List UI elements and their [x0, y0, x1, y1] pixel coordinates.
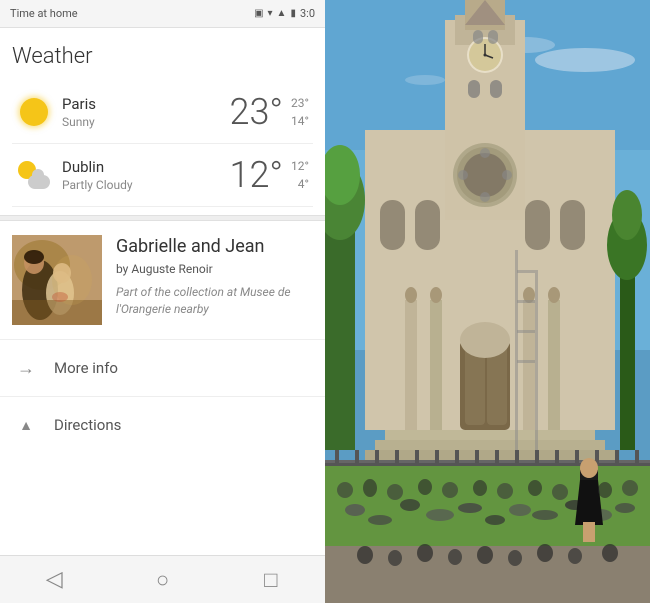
paris-city-info: Paris Sunny — [62, 95, 229, 129]
weather-title: Weather — [12, 44, 313, 69]
sun-icon — [20, 98, 48, 126]
paris-temp-high: 23° — [291, 94, 309, 112]
weather-section: Weather Paris Sunny 23° 23° 14° — [0, 28, 325, 215]
paris-temp-low: 14° — [291, 112, 309, 130]
status-right: ▣ ▾ ▲ ▮ 3:0 — [254, 7, 315, 20]
dublin-condition: Partly Cloudy — [62, 178, 229, 192]
paris-temp-main: 23° — [229, 91, 283, 133]
art-artist: by Auguste Renoir — [116, 262, 313, 276]
bottom-nav: ◁ ○ □ — [0, 555, 325, 603]
art-card[interactable]: Gabrielle and Jean by Auguste Renoir Par… — [0, 221, 325, 339]
dublin-temp-main: 12° — [229, 154, 283, 196]
right-panel — [325, 0, 650, 603]
directions-row[interactable]: ▲ Directions — [0, 396, 325, 453]
wifi-icon: ▾ — [268, 8, 273, 19]
back-button[interactable]: ◁ — [29, 556, 79, 603]
directions-label: Directions — [54, 416, 121, 434]
dublin-city-name: Dublin — [62, 158, 229, 176]
art-info: Gabrielle and Jean by Auguste Renoir Par… — [116, 235, 313, 325]
status-bar: Time at home ▣ ▾ ▲ ▮ 3:0 — [0, 0, 325, 28]
art-painting-svg — [12, 235, 102, 325]
dublin-temp-range: 12° 4° — [291, 157, 309, 193]
home-button[interactable]: ○ — [137, 556, 187, 603]
battery-icon: ▮ — [290, 8, 296, 19]
art-thumbnail — [12, 235, 102, 325]
vibrate-icon: ▣ — [254, 8, 263, 19]
status-time: 3:0 — [300, 7, 315, 20]
signal-icon: ▲ — [277, 8, 287, 19]
dublin-temp-low: 4° — [298, 175, 309, 193]
pc-cloud — [28, 175, 50, 189]
paris-weather-icon — [16, 94, 52, 130]
dublin-temp-high: 12° — [291, 157, 309, 175]
weather-row-paris[interactable]: Paris Sunny 23° 23° 14° — [12, 81, 313, 144]
paris-church-photo — [325, 0, 650, 603]
paris-condition: Sunny — [62, 115, 229, 129]
art-title: Gabrielle and Jean — [116, 235, 313, 258]
art-description: Part of the collection at Musee de l'Ora… — [116, 284, 313, 318]
paris-temp-range: 23° 14° — [291, 94, 309, 130]
partly-cloudy-icon — [18, 161, 50, 189]
status-title: Time at home — [10, 7, 78, 20]
directions-icon: ▲ — [12, 411, 40, 439]
more-info-icon: → — [12, 354, 40, 382]
more-info-row[interactable]: → More info — [0, 339, 325, 396]
recents-button[interactable]: □ — [246, 556, 296, 603]
more-info-label: More info — [54, 359, 118, 377]
dublin-city-info: Dublin Partly Cloudy — [62, 158, 229, 192]
dublin-weather-icon — [16, 157, 52, 193]
left-panel: Time at home ▣ ▾ ▲ ▮ 3:0 Weather Paris S… — [0, 0, 325, 603]
paris-city-name: Paris — [62, 95, 229, 113]
weather-row-dublin[interactable]: Dublin Partly Cloudy 12° 12° 4° — [12, 144, 313, 207]
